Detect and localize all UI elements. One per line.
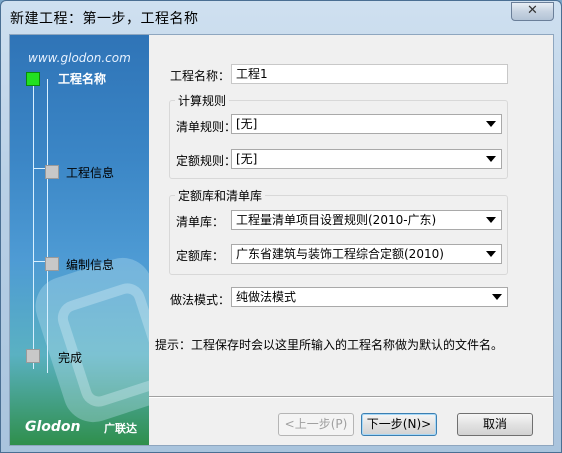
new-project-dialog: 新建工程：第一步，工程名称 ✕ www.glodon.com 工程名称 工程信息… bbox=[0, 0, 562, 453]
method-mode-select[interactable]: 纯做法模式 bbox=[231, 287, 508, 307]
cancel-button[interactable]: 取消 bbox=[457, 413, 533, 436]
list-library-value: 工程量清单项目设置规则(2010-广东) bbox=[236, 213, 437, 227]
list-rule-select[interactable]: [无] bbox=[231, 114, 502, 134]
chevron-down-icon bbox=[486, 121, 496, 127]
project-name-label: 工程名称： bbox=[170, 69, 231, 83]
quota-rule-label: 定额规则： bbox=[176, 154, 237, 168]
step-indicator-icon bbox=[45, 165, 59, 179]
method-mode-value: 纯做法模式 bbox=[236, 290, 297, 304]
wizard-content: 工程名称： 工程1 计算规则 清单规则： [无] 定额规则： [无] 定额库和清… bbox=[149, 35, 553, 445]
button-separator bbox=[149, 396, 553, 398]
quota-library-value: 广东省建筑与装饰工程综合定额(2010) bbox=[236, 247, 444, 261]
next-button-label: 下一步(N)> bbox=[366, 417, 432, 431]
cancel-button-label: 取消 bbox=[482, 417, 507, 431]
quota-rule-select[interactable]: [无] bbox=[231, 149, 502, 169]
project-name-value: 工程1 bbox=[236, 67, 268, 81]
window-title: 新建工程：第一步，工程名称 bbox=[10, 11, 199, 27]
dialog-body: www.glodon.com 工程名称 工程信息 编制信息 完成 Glodon … bbox=[9, 34, 554, 446]
chevron-down-icon bbox=[486, 251, 496, 257]
quota-library-label: 定额库： bbox=[176, 249, 225, 263]
website-url: www.glodon.com bbox=[28, 51, 131, 65]
list-library-label: 清单库： bbox=[176, 215, 225, 229]
step-indicator-active-icon bbox=[26, 72, 40, 86]
list-rule-value: [无] bbox=[236, 117, 258, 131]
chevron-down-icon bbox=[492, 294, 502, 300]
glodon-logo: Glodon bbox=[25, 419, 81, 435]
chevron-down-icon bbox=[486, 217, 496, 223]
library-group-title: 定额库和清单库 bbox=[175, 187, 266, 204]
step-finish: 完成 bbox=[58, 351, 83, 365]
list-rule-label: 清单规则： bbox=[176, 120, 237, 134]
quota-rule-value: [无] bbox=[236, 152, 258, 166]
glodon-logo-cn: 广联达 bbox=[104, 422, 137, 435]
next-button[interactable]: 下一步(N)> bbox=[361, 413, 437, 436]
list-library-select[interactable]: 工程量清单项目设置规则(2010-广东) bbox=[231, 210, 502, 230]
wizard-sidebar: www.glodon.com 工程名称 工程信息 编制信息 完成 Glodon … bbox=[10, 35, 149, 445]
close-button[interactable]: ✕ bbox=[511, 2, 554, 21]
step-compile-info: 编制信息 bbox=[66, 258, 115, 272]
project-name-input[interactable]: 工程1 bbox=[231, 64, 508, 84]
quota-library-select[interactable]: 广东省建筑与装饰工程综合定额(2010) bbox=[231, 244, 502, 264]
method-mode-label: 做法模式： bbox=[170, 293, 231, 307]
step-connector-line bbox=[33, 79, 34, 369]
step-connector-line bbox=[47, 79, 48, 373]
step-indicator-icon bbox=[45, 257, 59, 271]
prev-button-label: <上一步(P) bbox=[284, 417, 348, 431]
step-project-name: 工程名称 bbox=[58, 72, 107, 86]
calc-rules-group-title: 计算规则 bbox=[175, 92, 230, 109]
hint-text: 提示：工程保存时会以这里所输入的工程名称做为默认的文件名。 bbox=[155, 338, 504, 352]
prev-button[interactable]: <上一步(P) bbox=[278, 413, 354, 436]
chevron-down-icon bbox=[486, 156, 496, 162]
step-indicator-icon bbox=[26, 349, 40, 363]
title-bar: 新建工程：第一步，工程名称 ✕ bbox=[1, 1, 561, 34]
close-icon: ✕ bbox=[527, 3, 538, 18]
step-project-info: 工程信息 bbox=[66, 166, 115, 180]
